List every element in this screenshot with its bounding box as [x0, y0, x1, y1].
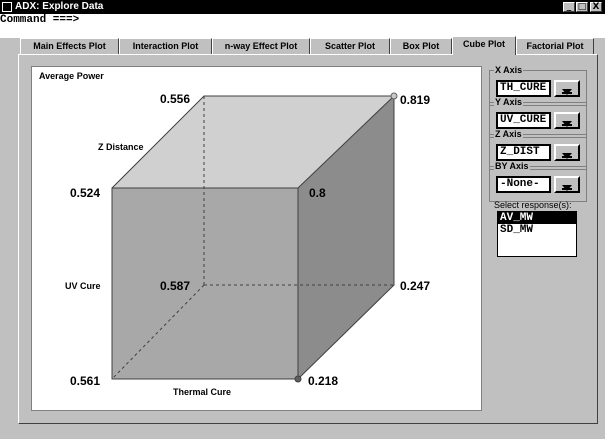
close-button[interactable]: X [590, 2, 602, 12]
plot-title: Average Power [39, 71, 104, 81]
tab-interaction-plot[interactable]: Interaction Plot [119, 38, 212, 54]
cube-plot-canvas [111, 92, 398, 383]
y-axis-dropdown-button[interactable] [554, 112, 580, 129]
corner-value-back-top-right: 0.819 [400, 93, 431, 107]
response-item-av-mw[interactable]: AV_MW [498, 212, 576, 224]
window-title: ADX: Explore Data [15, 1, 104, 12]
tab-cube-plot[interactable]: Cube Plot [452, 36, 516, 55]
z-axis-group-label: Z Axis [494, 129, 523, 139]
corner-marker-top [390, 92, 398, 100]
tab-n-way-effect-plot[interactable]: n-way Effect Plot [212, 38, 310, 54]
x-axis-label: Thermal Cure [173, 387, 232, 397]
corner-value-front-bottom-left: 0.561 [70, 374, 101, 388]
tab-box-plot[interactable]: Box Plot [390, 38, 452, 54]
by-axis-group: BY Axis -None- [489, 161, 587, 202]
tab-main-effects-plot[interactable]: Main Effects Plot [20, 38, 119, 54]
corner-value-back-bottom-left: 0.587 [160, 279, 191, 293]
response-item-sd-mw[interactable]: SD_MW [498, 224, 576, 236]
cube-plot: Average Power Z Distance UV Cure Thermal… [31, 66, 482, 411]
x-axis-field[interactable]: TH_CURE [496, 80, 551, 97]
y-axis-group-label: Y Axis [494, 97, 524, 107]
corner-value-back-bottom-right: 0.247 [400, 279, 431, 293]
corner-value-front-top-right: 0.8 [309, 186, 326, 200]
corner-marker-bottom [294, 375, 302, 383]
response-list[interactable]: AV_MW SD_MW [497, 211, 577, 257]
maximize-button[interactable]: □ [576, 2, 588, 12]
x-axis-dropdown-button[interactable] [554, 80, 580, 97]
corner-value-front-bottom-right: 0.218 [308, 374, 339, 388]
command-label: Command ===> [0, 14, 80, 26]
y-axis-label: UV Cure [65, 281, 101, 291]
by-axis-group-label: BY Axis [494, 161, 530, 171]
minimize-button[interactable]: _ [563, 2, 575, 12]
x-axis-group-label: X Axis [494, 65, 524, 75]
by-axis-field[interactable]: -None- [496, 176, 551, 193]
corner-value-front-top-left: 0.524 [70, 186, 101, 200]
by-axis-dropdown-button[interactable] [554, 176, 580, 193]
z-axis-dropdown-button[interactable] [554, 144, 580, 161]
tab-factorial-plot[interactable]: Factorial Plot [516, 38, 594, 54]
corner-value-back-top-left: 0.556 [160, 92, 191, 106]
command-line[interactable]: Command ===> [0, 14, 605, 38]
z-axis-field[interactable]: Z_DIST [496, 144, 551, 161]
title-bar: ADX: Explore Data _ □ X [0, 0, 605, 14]
app-icon [2, 2, 12, 12]
y-axis-field[interactable]: UV_CURE [496, 112, 551, 129]
tab-scatter-plot[interactable]: Scatter Plot [310, 38, 390, 54]
z-axis-label: Z Distance [98, 142, 144, 152]
response-label: Select response(s): [494, 200, 572, 210]
